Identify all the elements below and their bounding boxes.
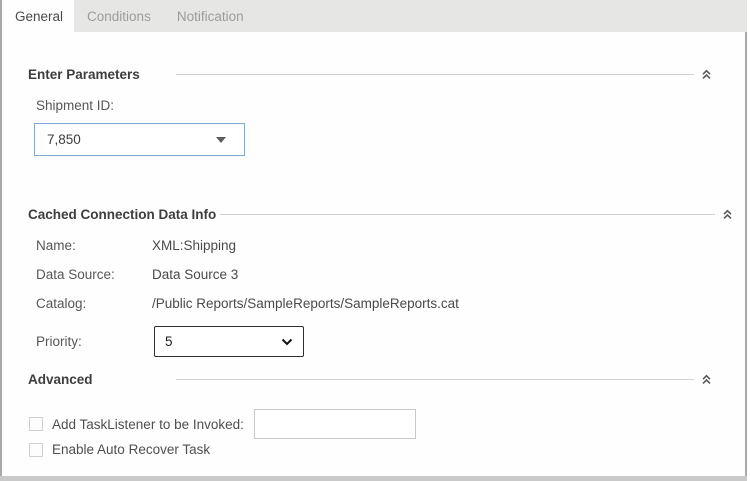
bottom-border-bar xyxy=(0,476,747,481)
enter-parameters-section-header: Enter Parameters xyxy=(28,66,712,83)
tasklistener-checkbox[interactable] xyxy=(29,417,43,431)
section-divider xyxy=(176,379,694,380)
tab-conditions[interactable]: Conditions xyxy=(74,0,164,32)
info-row-name: Name: XML:Shipping xyxy=(2,238,749,255)
section-divider xyxy=(220,214,715,215)
chevron-down-icon xyxy=(281,338,293,345)
info-row-catalog: Catalog: /Public Reports/SampleReports/S… xyxy=(2,296,749,313)
tab-notification[interactable]: Notification xyxy=(164,0,257,32)
name-label: Name: xyxy=(36,238,76,253)
info-row-data-source: Data Source: Data Source 3 xyxy=(2,267,749,284)
shipment-id-value: 7,850 xyxy=(47,132,81,147)
section-divider xyxy=(176,74,694,75)
settings-panel: General Conditions Notification Enter Pa… xyxy=(0,0,747,481)
triangle-down-icon xyxy=(216,136,226,143)
priority-value: 5 xyxy=(165,334,173,349)
enter-parameters-title: Enter Parameters xyxy=(28,67,140,82)
tasklistener-input[interactable] xyxy=(254,409,416,439)
collapse-double-chevron-up-icon[interactable] xyxy=(701,69,712,80)
cached-connection-section-header: Cached Connection Data Info xyxy=(28,206,733,223)
tab-general[interactable]: General xyxy=(4,0,75,32)
catalog-value: /Public Reports/SampleReports/SampleRepo… xyxy=(152,296,459,311)
collapse-double-chevron-up-icon[interactable] xyxy=(722,209,733,220)
advanced-title: Advanced xyxy=(28,372,93,387)
shipment-id-label: Shipment ID: xyxy=(36,98,115,113)
tasklistener-label: Add TaskListener to be Invoked: xyxy=(52,416,244,432)
shipment-id-dropdown[interactable]: 7,850 xyxy=(34,123,245,156)
autorecover-label: Enable Auto Recover Task xyxy=(52,442,211,457)
data-source-label: Data Source: xyxy=(36,267,115,282)
tasklistener-row: Add TaskListener to be Invoked: xyxy=(29,410,244,438)
advanced-section-header: Advanced xyxy=(28,371,712,388)
autorecover-checkbox[interactable] xyxy=(29,442,43,457)
catalog-label: Catalog: xyxy=(36,296,87,311)
priority-label: Priority: xyxy=(36,334,82,349)
priority-select[interactable]: 5 xyxy=(154,326,304,357)
name-value: XML:Shipping xyxy=(152,238,237,253)
cached-connection-title: Cached Connection Data Info xyxy=(28,207,217,222)
data-source-value: Data Source 3 xyxy=(152,267,239,282)
autorecover-row: Enable Auto Recover Task xyxy=(29,441,210,458)
tab-bar: General Conditions Notification xyxy=(4,0,747,32)
collapse-double-chevron-up-icon[interactable] xyxy=(701,374,712,385)
